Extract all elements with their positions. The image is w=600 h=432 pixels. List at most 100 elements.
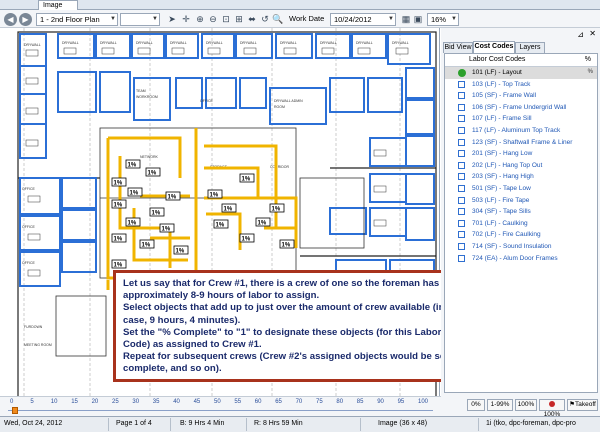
checkbox[interactable]	[458, 231, 465, 239]
checkbox[interactable]	[458, 150, 465, 158]
cost-code-label: 203 (SF) - Hang High	[472, 173, 534, 181]
cost-code-row[interactable]: 107 (LF) - Frame Sill	[445, 113, 597, 125]
percent-tag: 1%	[114, 181, 123, 187]
cost-code-label: 724 (EA) - Alum Door Frames	[472, 254, 558, 262]
cost-code-row[interactable]: 304 (SF) - Tape Sills	[445, 206, 597, 218]
calendar-icon[interactable]: ▦	[400, 13, 412, 25]
work-date-label: Work Date	[289, 14, 325, 23]
tab-cost-codes[interactable]: Cost Codes	[473, 41, 515, 53]
cost-code-row[interactable]: 702 (LF) - Fire Caulking	[445, 229, 597, 241]
checkbox[interactable]	[458, 254, 465, 262]
pointer-select-icon[interactable]: ➤	[166, 13, 178, 25]
zoom-value: 16%	[431, 15, 447, 24]
page-select-value: 1 - 2nd Floor Plan	[40, 15, 100, 24]
status-separator	[246, 418, 247, 431]
checkbox[interactable]	[458, 126, 465, 134]
cost-code-row[interactable]: 714 (SF) - Sound Insulation	[445, 241, 597, 253]
ruler-tick-label: 15	[71, 399, 78, 405]
cost-code-label: 202 (LF) - Hang Top Out	[472, 161, 543, 169]
work-date-picker[interactable]: 10/24/2012 ▼	[330, 13, 396, 26]
cost-code-label: 304 (SF) - Tape Sills	[472, 208, 531, 216]
magnify-icon[interactable]: 🔍	[272, 13, 284, 25]
ruler-tick-label: 95	[397, 399, 405, 405]
cost-code-row[interactable]: 724 (EA) - Alum Door Frames	[445, 253, 597, 265]
cost-code-row[interactable]: 202 (LF) - Hang Top Out	[445, 160, 597, 172]
tab-image[interactable]: Image	[38, 0, 78, 10]
filter-complete-button[interactable]: 100%	[539, 399, 565, 418]
close-icon[interactable]: ✕	[589, 29, 596, 38]
checkbox[interactable]	[458, 103, 465, 111]
ruler-tick-label: 55	[234, 399, 242, 405]
calendar-dropdown-icon: ▼	[388, 16, 394, 22]
progress-ruler[interactable]: 0 5 10 15 20 25 30 35 40 45 50 55 60 65 70 75 80 85 90 95 10…	[0, 396, 441, 416]
svg-text:DRYWALL: DRYWALL	[320, 41, 337, 45]
status-image-size: Image (36 x 48)	[378, 420, 428, 427]
zoom-select[interactable]: 16% ▼	[427, 13, 459, 26]
forward-arrow-icon[interactable]: ▶	[19, 13, 32, 26]
percent-tag: 1%	[242, 237, 251, 243]
cost-code-row[interactable]: 203 (SF) - Hang High	[445, 171, 597, 183]
svg-text:TEAM: TEAM	[136, 89, 146, 93]
checkbox[interactable]	[458, 208, 465, 216]
tab-bid-view[interactable]: Bid View	[443, 42, 473, 53]
page-select[interactable]: 1 - 2nd Floor Plan ▼	[36, 13, 118, 26]
ruler-tick-label: 100	[418, 399, 429, 405]
tab-layers[interactable]: Layers	[515, 42, 545, 53]
ruler-tick-label: 65	[275, 399, 282, 405]
checkbox[interactable]	[458, 242, 465, 250]
filter-1-99-percent-button[interactable]: 1-99%	[487, 399, 513, 411]
ruler-tick-label: 25	[112, 399, 119, 405]
cost-code-row[interactable]: 501 (SF) - Tape Low	[445, 183, 597, 195]
cost-code-row[interactable]: 106 (SF) - Frame Undergrid Wall	[445, 102, 597, 114]
cost-code-row[interactable]: 105 (SF) - Frame Wall	[445, 90, 597, 102]
checkbox[interactable]	[458, 161, 465, 169]
filter-100-percent-button[interactable]: 100%	[515, 399, 537, 411]
zoom-in-icon[interactable]: ⊕	[194, 13, 206, 25]
svg-text:NETWORK: NETWORK	[140, 155, 159, 159]
back-arrow-icon[interactable]: ◀	[4, 13, 17, 26]
cost-code-row[interactable]: 123 (SF) - Shaftwall Frame & Liner	[445, 137, 597, 149]
status-separator	[478, 418, 479, 431]
filter-0-percent-button[interactable]: 0%	[467, 399, 485, 411]
svg-text:DRYWALL: DRYWALL	[170, 41, 187, 45]
zoom-window-icon[interactable]: ⊡	[220, 13, 232, 25]
status-separator	[170, 418, 171, 431]
zoom-width-icon[interactable]: ⬌	[246, 13, 258, 25]
ruler-tick-label: 85	[356, 399, 364, 405]
svg-text:MEETING ROOM: MEETING ROOM	[24, 343, 52, 347]
percent-tag: 1%	[242, 177, 251, 183]
checkbox[interactable]	[458, 219, 465, 227]
cost-code-row[interactable]: 503 (LF) - Fire Tape	[445, 195, 597, 207]
zoom-fit-icon[interactable]: ⊞	[233, 13, 245, 25]
chevron-down-icon: ▼	[451, 16, 457, 22]
ruler-slider-handle[interactable]	[12, 407, 18, 414]
svg-text:DRYWALL ADMIN: DRYWALL ADMIN	[274, 99, 303, 103]
checkbox[interactable]	[458, 92, 465, 100]
zoom-out-icon[interactable]: ⊖	[207, 13, 219, 25]
work-date-value: 10/24/2012	[334, 15, 372, 24]
checkbox[interactable]	[458, 184, 465, 192]
checkbox[interactable]	[458, 138, 465, 146]
checkbox[interactable]	[458, 196, 465, 204]
zoom-previous-icon[interactable]: ↺	[259, 13, 271, 25]
takeoff-button[interactable]: ⚑Takeoff	[567, 399, 598, 411]
image-icon[interactable]: ▣	[412, 13, 424, 25]
cost-code-row[interactable]: 101 (LF) - Layout%	[445, 67, 597, 79]
cost-code-row[interactable]: 117 (LF) - Aluminum Top Track	[445, 125, 597, 137]
checkbox[interactable]	[458, 80, 465, 88]
ruler-tick-label: 80	[336, 399, 344, 405]
cost-code-row[interactable]: 103 (LF) - Top Track	[445, 79, 597, 91]
percent-tag: 1%	[210, 193, 219, 199]
pin-icon[interactable]: ⊿	[577, 30, 584, 39]
checkbox[interactable]	[458, 115, 465, 123]
page-options-select[interactable]: ▼	[120, 13, 160, 26]
cost-code-row[interactable]: 701 (LF) - Caulking	[445, 218, 597, 230]
pan-icon[interactable]: ✛	[180, 13, 192, 25]
ruler-tick-label: 60	[254, 399, 262, 405]
checkbox[interactable]	[458, 173, 465, 181]
cost-code-label: 105 (SF) - Frame Wall	[472, 92, 537, 100]
status-bar: Wed, Oct 24, 2012 Page 1 of 4 B: 9 Hrs 4…	[0, 416, 600, 432]
ruler-tick-label: 90	[377, 399, 384, 405]
svg-text:WORKROOM: WORKROOM	[136, 95, 158, 99]
cost-code-row[interactable]: 201 (SF) - Hang Low	[445, 148, 597, 160]
